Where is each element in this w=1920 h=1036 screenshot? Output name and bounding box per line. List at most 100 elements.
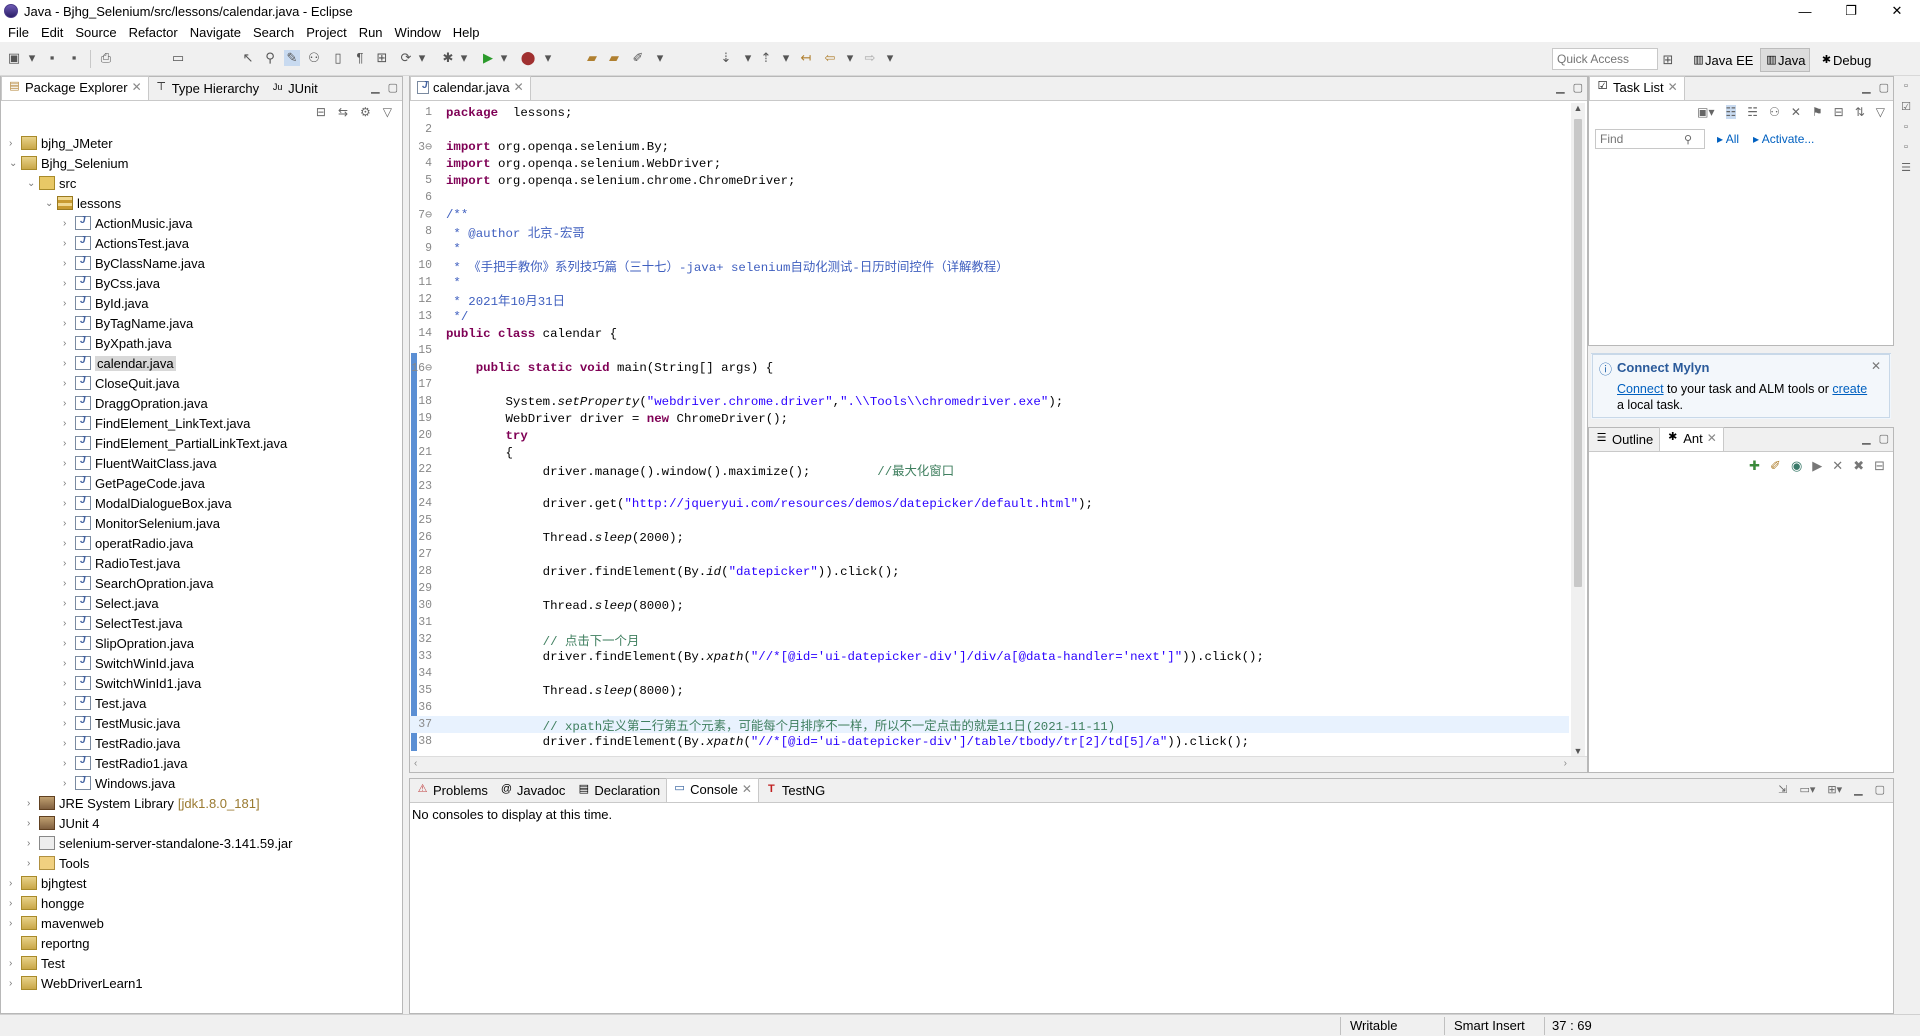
tree-item[interactable]: › mavenweb [9,913,104,933]
chevron-right-icon[interactable]: › [63,538,75,549]
scheduled-icon[interactable]: ☵ [1747,105,1758,119]
tree-item[interactable]: › TestRadio.java [63,733,180,753]
scroll-left-icon[interactable]: ‹ [414,758,417,769]
chevron-right-icon[interactable]: › [63,358,75,369]
dropdown-icon[interactable]: ▾ [882,50,898,66]
focus-icon[interactable]: ⚑ [1812,105,1823,119]
scroll-right-icon[interactable]: › [1564,758,1567,769]
code-line[interactable]: 25 [410,512,1569,529]
tree-item[interactable]: › FindElement_PartialLinkText.java [63,433,287,453]
code-line[interactable]: 17 [410,376,1569,393]
debug-icon[interactable]: ✱ [440,50,456,66]
code-line[interactable]: 29 [410,580,1569,597]
save-all-icon[interactable]: ▪ [66,50,82,66]
tab-problems[interactable]: ⚠ Problems [410,780,494,802]
save-icon[interactable]: ▪ [44,50,60,66]
chevron-right-icon[interactable]: › [9,978,21,989]
tree-item[interactable]: › JRE System Library [jdk1.8.0_181] [27,793,260,813]
code-line[interactable]: 13 */ [410,308,1569,325]
code-line[interactable]: 7⊖ /** [410,206,1569,223]
tree-item[interactable]: › ByXpath.java [63,333,172,353]
pin-icon[interactable]: ⇲ [1778,783,1787,796]
remove-icon[interactable]: ✕ [1832,458,1843,474]
create-link[interactable]: create [1832,382,1867,396]
open-type-icon[interactable]: ↖ [240,50,256,66]
chevron-right-icon[interactable]: › [27,838,39,849]
forward-icon[interactable]: ⇨ [862,50,878,66]
restore-icon[interactable]: ▫ [1904,80,1908,92]
minimize-icon[interactable]: ▁ [371,81,379,94]
chevron-right-icon[interactable]: › [63,578,75,589]
chevron-right-icon[interactable]: › [63,618,75,629]
perspective-debug[interactable]: ✱ Debug [1816,48,1875,72]
task-list-icon[interactable]: ☑ [1901,100,1911,113]
add-buildfile-icon[interactable]: ✚ [1749,458,1760,474]
code-line[interactable]: 35 Thread.sleep(8000); [410,682,1569,699]
tree-item[interactable]: › ActionsTest.java [63,233,189,253]
tab-javadoc[interactable]: @ Javadoc [494,780,571,802]
tab-task-list[interactable]: ☑ Task List ✕ [1589,76,1685,100]
maximize-icon[interactable]: ▢ [1879,81,1889,94]
maximize-button[interactable]: ❐ [1828,0,1874,22]
hide-completed-icon[interactable]: ✕ [1791,105,1801,119]
code-line[interactable]: 4 import org.openqa.selenium.WebDriver; [410,155,1569,172]
minimize-icon[interactable]: ▁ [1862,432,1870,445]
code-line[interactable]: 31 [410,614,1569,631]
sync-icon[interactable]: ⚇ [1769,105,1780,119]
chevron-right-icon[interactable]: › [63,678,75,689]
chevron-right-icon[interactable]: › [63,438,75,449]
menu-edit[interactable]: Edit [35,25,69,40]
remove-all-icon[interactable]: ✖ [1853,458,1864,474]
tree-item[interactable]: › FluentWaitClass.java [63,453,217,473]
horizontal-scrollbar[interactable]: ‹ › [410,756,1587,772]
tree-item[interactable]: › operatRadio.java [63,533,193,553]
code-line[interactable]: 32 // 点击下一个月 [410,631,1569,649]
tree-item[interactable]: › FindElement_LinkText.java [63,413,250,433]
code-line[interactable]: 11 * [410,274,1569,291]
tree-item[interactable]: › Test [9,953,65,973]
restore-icon[interactable]: ▫ [1904,121,1908,133]
chevron-right-icon[interactable]: › [27,858,39,869]
chevron-right-icon[interactable]: › [63,478,75,489]
chevron-right-icon[interactable]: › [63,398,75,409]
menu-source[interactable]: Source [69,25,122,40]
chevron-right-icon[interactable]: › [63,718,75,729]
menu-refactor[interactable]: Refactor [123,25,184,40]
dropdown-icon[interactable]: ▾ [842,50,858,66]
chevron-right-icon[interactable]: › [27,798,39,809]
tree-item[interactable]: › CloseQuit.java [63,373,180,393]
chevron-right-icon[interactable]: › [63,518,75,529]
tree-item[interactable]: › bjhgtest [9,873,87,893]
chevron-right-icon[interactable]: › [63,418,75,429]
menu-file[interactable]: File [2,25,35,40]
open-perspective-icon[interactable]: ⊞ [1660,52,1676,68]
tree-item[interactable]: › TestMusic.java [63,713,180,733]
dropdown-icon[interactable]: ▾ [456,50,472,66]
tree-item[interactable]: › ModalDialogueBox.java [63,493,232,513]
grid-icon[interactable]: ⊞ [374,50,390,66]
minimize-icon[interactable]: ▁ [1854,783,1862,796]
code-line[interactable]: 37 // xpath定义第二行第五个元素，可能每个月排序不一样，所以不一定点击… [410,716,1569,734]
minimize-button[interactable]: — [1782,0,1828,22]
tree-item[interactable]: ⌄ src [27,173,76,193]
collapse-all-icon[interactable]: ⊟ [316,105,326,119]
scrollbar-thumb[interactable] [1574,119,1582,587]
chevron-right-icon[interactable]: › [63,318,75,329]
view-menu-icon[interactable]: ▽ [1876,105,1885,119]
run-icon[interactable]: ▶ [480,50,496,66]
chevron-right-icon[interactable]: › [63,298,75,309]
toggle-icon[interactable]: ⚇ [306,50,322,66]
code-line[interactable]: 6 [410,189,1569,206]
menu-help[interactable]: Help [447,25,486,40]
tree-item[interactable]: › TestRadio1.java [63,753,188,773]
tab-outline[interactable]: ☰ Outline [1589,429,1659,451]
sync-tasks-icon[interactable]: ⇅ [1855,105,1865,119]
dropdown-icon[interactable]: ▾ [24,50,40,66]
maximize-icon[interactable]: ▢ [1573,81,1583,94]
chevron-right-icon[interactable]: › [9,958,21,969]
tree-item[interactable]: › hongge [9,893,84,913]
code-line[interactable]: 27 [410,546,1569,563]
task-find-field[interactable]: ⚲ [1595,129,1705,149]
dropdown-icon[interactable]: ▾ [740,50,756,66]
collapse-icon[interactable]: ⊟ [1874,458,1885,474]
